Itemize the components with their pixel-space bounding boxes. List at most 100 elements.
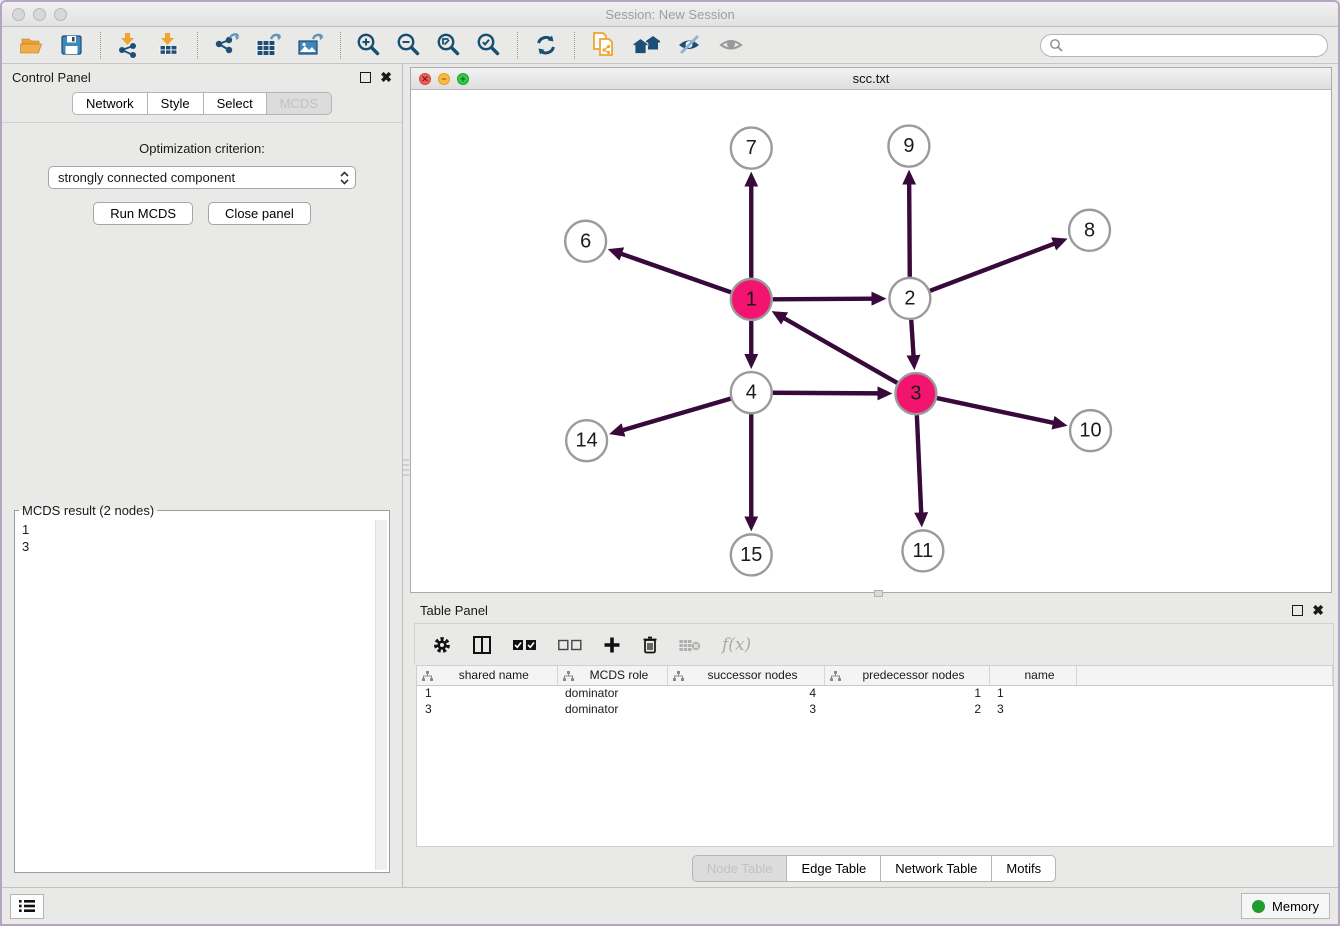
export-image-icon — [297, 32, 325, 58]
create-column-button[interactable] — [603, 636, 621, 654]
graph-edge-3-10[interactable] — [937, 398, 1054, 423]
main-toolbar — [2, 27, 1338, 64]
graph-node-label-7: 7 — [746, 137, 757, 159]
tab-motifs[interactable]: Motifs — [992, 855, 1056, 882]
export-table-button[interactable] — [253, 30, 285, 60]
tab-select[interactable]: Select — [204, 92, 267, 115]
checked-boxes-icon — [513, 639, 537, 651]
import-network-icon — [116, 32, 142, 58]
network-graph[interactable]: 1234678910111415 — [411, 90, 1331, 592]
float-panel-icon[interactable] — [1292, 605, 1303, 616]
toolbar-separator — [574, 32, 575, 59]
control-panel-title: Control Panel — [12, 70, 360, 85]
graph-edge-4-3[interactable] — [773, 393, 879, 394]
table-toolbar: f(x) — [414, 623, 1334, 665]
memory-status-icon — [1252, 900, 1265, 913]
column-header-predecessor-nodes[interactable]: predecessor nodes — [824, 666, 989, 685]
graph-edge-2-3[interactable] — [911, 320, 913, 356]
network-maximize-icon[interactable]: + — [457, 73, 469, 85]
new-network-from-selection-button[interactable] — [588, 29, 620, 61]
run-mcds-button[interactable]: Run MCDS — [93, 202, 193, 225]
tab-node-table[interactable]: Node Table — [692, 855, 788, 882]
import-network-button[interactable] — [114, 30, 144, 60]
splitter-handle-icon — [874, 590, 883, 597]
memory-button[interactable]: Memory — [1241, 893, 1330, 919]
close-panel-button[interactable]: Close panel — [208, 202, 311, 225]
close-panel-icon[interactable]: ✖ — [1312, 605, 1324, 616]
zoom-fit-icon — [436, 32, 462, 58]
first-neighbors-button[interactable] — [630, 30, 664, 60]
save-session-button[interactable] — [57, 30, 87, 60]
graph-edge-3-11[interactable] — [917, 415, 921, 513]
network-canvas[interactable]: 1234678910111415 — [411, 90, 1331, 592]
graph-edge-2-8[interactable] — [930, 244, 1055, 291]
tab-mcds[interactable]: MCDS — [267, 92, 332, 115]
graph-edge-4-14[interactable] — [623, 399, 731, 431]
export-image-button[interactable] — [295, 30, 327, 60]
graph-edge-1-6[interactable] — [621, 254, 731, 293]
tab-network-table[interactable]: Network Table — [881, 855, 992, 882]
search-field[interactable] — [1040, 34, 1328, 57]
toolbar-separator — [517, 32, 518, 59]
search-input[interactable] — [1068, 38, 1319, 53]
zoom-fit-button[interactable] — [434, 30, 464, 60]
main-area: Control Panel ✖ Network Style Select MCD… — [2, 64, 1338, 887]
graph-node-label-10: 10 — [1079, 420, 1101, 442]
refresh-layout-button[interactable] — [531, 30, 561, 60]
zoom-selected-button[interactable] — [474, 30, 504, 60]
table-row[interactable]: 3 dominator 3 2 3 — [417, 701, 1333, 717]
delete-table-button[interactable] — [679, 637, 701, 652]
select-all-columns-button[interactable] — [513, 639, 537, 651]
graph-edge-1-2[interactable] — [773, 299, 873, 300]
window-controls — [12, 8, 67, 21]
function-builder-button[interactable]: f(x) — [722, 635, 751, 655]
column-header-name[interactable]: name — [989, 666, 1076, 685]
zoom-out-button[interactable] — [394, 30, 424, 60]
result-scrollbar[interactable] — [375, 520, 387, 870]
hide-selection-button[interactable] — [674, 30, 706, 60]
maximize-window-icon[interactable] — [54, 8, 67, 21]
minimize-window-icon[interactable] — [33, 8, 46, 21]
table-bottom-strip — [410, 847, 1338, 855]
horizontal-splitter[interactable] — [410, 593, 1338, 597]
node-table[interactable]: shared name MCDS role successor nodes — [416, 665, 1334, 847]
column-header-successor-nodes[interactable]: successor nodes — [667, 666, 824, 685]
column-header-shared-name[interactable]: shared name — [417, 666, 557, 685]
show-all-button[interactable] — [716, 30, 748, 60]
zoom-selected-icon — [476, 32, 502, 58]
export-network-button[interactable] — [211, 30, 243, 60]
optimization-criterion-select[interactable]: strongly connected component — [48, 166, 356, 189]
show-columns-button[interactable] — [472, 635, 492, 655]
table-header-row: shared name MCDS role successor nodes — [417, 666, 1333, 685]
tab-style[interactable]: Style — [148, 92, 204, 115]
unselect-all-columns-button[interactable] — [558, 639, 582, 651]
graph-node-label-8: 8 — [1084, 219, 1095, 241]
table-row[interactable]: 1 dominator 4 1 1 — [417, 685, 1333, 701]
table-settings-button[interactable] — [433, 636, 451, 654]
column-header-filler — [1076, 666, 1333, 685]
network-close-icon[interactable]: ✕ — [419, 73, 431, 85]
control-panel: Control Panel ✖ Network Style Select MCD… — [2, 64, 402, 887]
toolbar-separator — [197, 32, 198, 59]
zoom-in-button[interactable] — [354, 30, 384, 60]
close-panel-icon[interactable]: ✖ — [380, 72, 392, 83]
flatten-icon — [673, 671, 684, 681]
close-window-icon[interactable] — [12, 8, 25, 21]
fx-icon: f(x) — [722, 635, 751, 655]
graph-edge-2-9[interactable] — [909, 184, 910, 277]
float-panel-icon[interactable] — [360, 72, 371, 83]
graph-edge-3-1[interactable] — [784, 318, 897, 383]
network-minimize-icon[interactable]: − — [438, 73, 450, 85]
delete-column-button[interactable] — [642, 635, 658, 654]
tab-edge-table[interactable]: Edge Table — [787, 855, 881, 882]
columns-icon — [472, 635, 492, 655]
import-table-button[interactable] — [154, 30, 184, 60]
task-history-button[interactable] — [10, 894, 44, 919]
tab-network[interactable]: Network — [72, 92, 148, 115]
table-panel: Table Panel ✖ — [410, 597, 1338, 887]
open-session-button[interactable] — [17, 30, 47, 60]
column-header-mcds-role[interactable]: MCDS role — [557, 666, 667, 685]
vertical-splitter[interactable] — [402, 64, 410, 887]
trash-icon — [642, 635, 658, 654]
gear-icon — [433, 636, 451, 654]
